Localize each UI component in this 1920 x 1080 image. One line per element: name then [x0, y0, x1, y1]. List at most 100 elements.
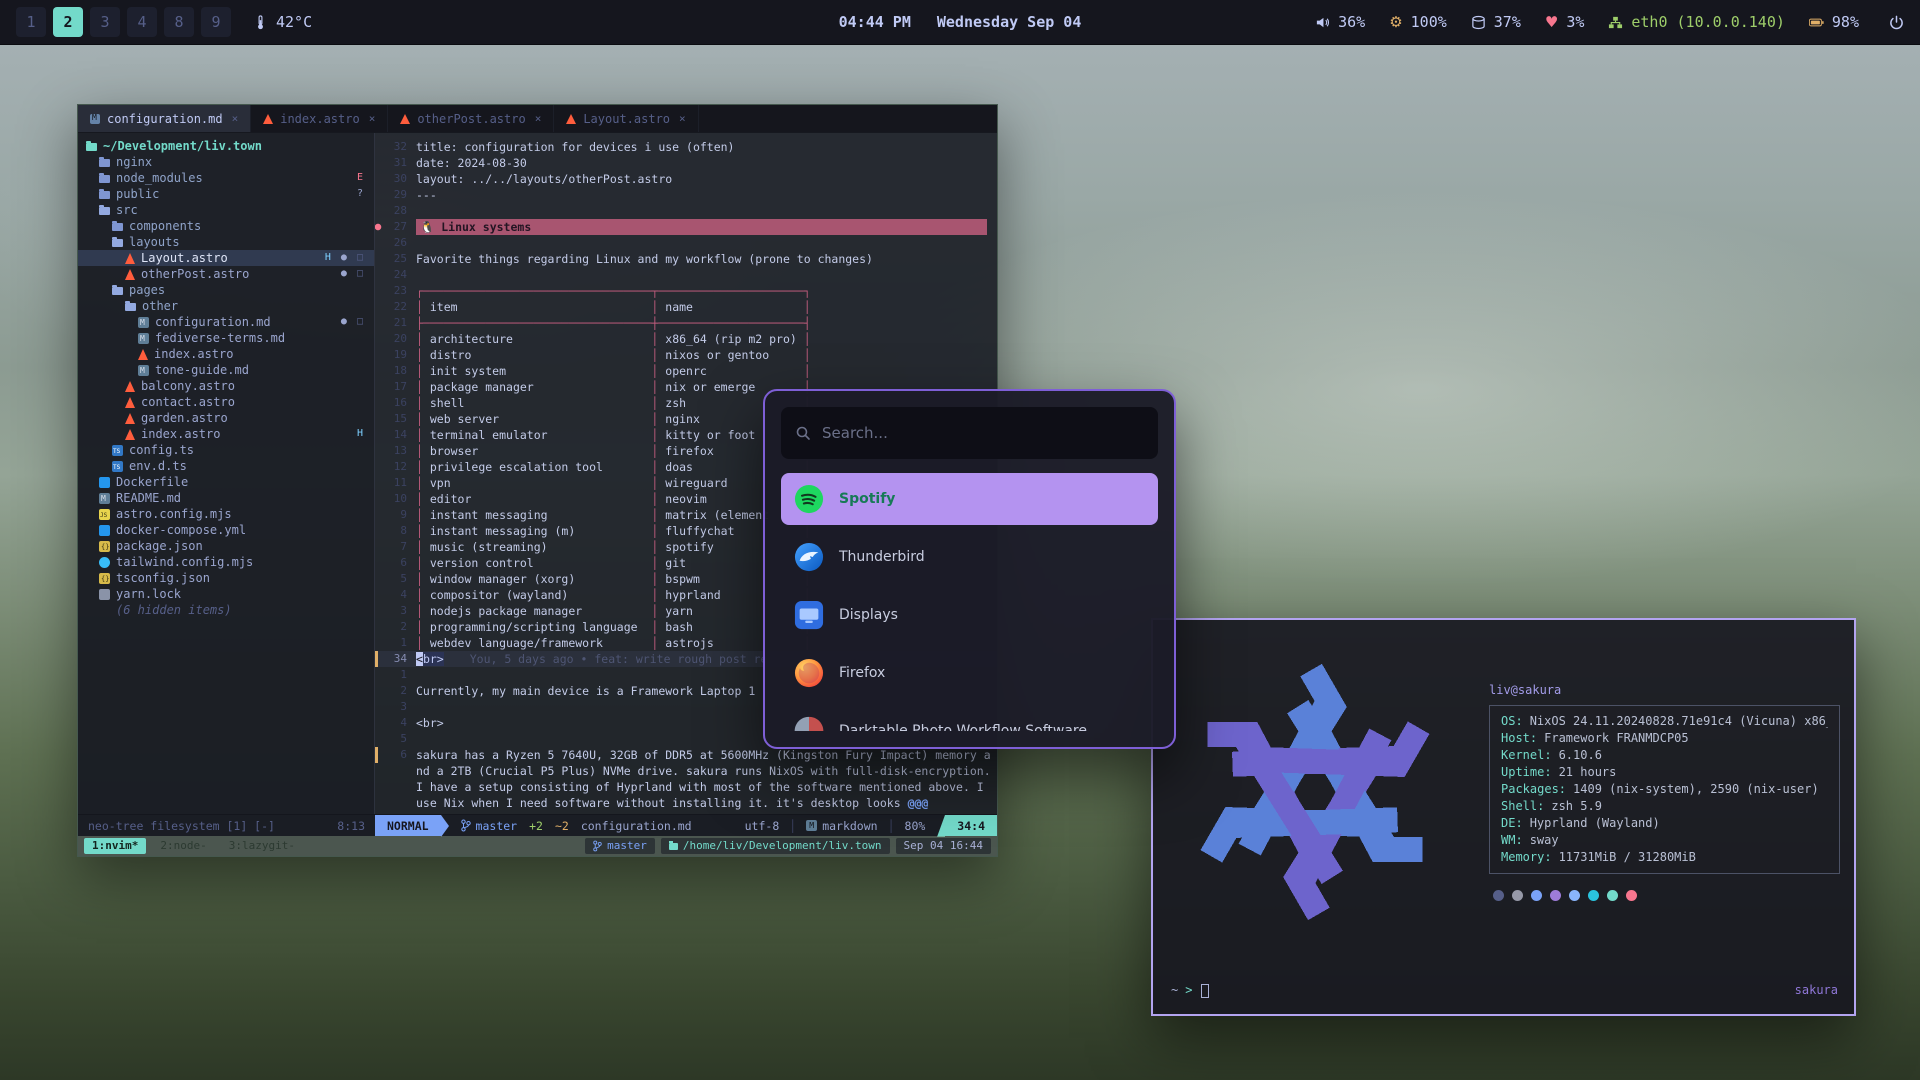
sign-column — [375, 267, 382, 283]
encoding-indicator: utf-8 — [745, 819, 780, 833]
tab-index-astro[interactable]: index.astro× — [251, 105, 388, 132]
statusline-filename: configuration.md — [581, 819, 692, 833]
tab-layout-astro[interactable]: Layout.astro× — [554, 105, 698, 132]
git-status-badge: H ● □ — [325, 250, 365, 266]
tree-item-layouts[interactable]: layouts — [78, 234, 374, 250]
close-icon[interactable]: × — [535, 112, 542, 125]
line-number: 10 — [382, 491, 416, 507]
tree-item-index-astro[interactable]: index.astro — [78, 346, 374, 362]
fetch-stat-wm: WM:sway — [1501, 832, 1828, 849]
tree-item-label: configuration.md — [155, 314, 271, 330]
tree-item-other[interactable]: other — [78, 298, 374, 314]
tree-item-tailwind-config-mjs[interactable]: tailwind.config.mjs — [78, 554, 374, 570]
tree-item-garden-astro[interactable]: garden.astro — [78, 410, 374, 426]
tree-item-configuration-md[interactable]: configuration.md● □ — [78, 314, 374, 330]
tree-item-components[interactable]: components — [78, 218, 374, 234]
tree-item-nginx[interactable]: nginx — [78, 154, 374, 170]
markdown-icon: M — [806, 820, 817, 831]
palette-dot — [1512, 890, 1523, 901]
tree-item-yarn-lock[interactable]: yarn.lock — [78, 586, 374, 602]
sign-column-marker — [375, 747, 382, 763]
tab-bar: configuration.md×index.astro×otherPost.a… — [78, 105, 997, 133]
tab-otherpost-astro[interactable]: otherPost.astro× — [388, 105, 554, 132]
load-value: 3% — [1566, 13, 1584, 31]
launcher-item-thunderbird[interactable]: Thunderbird — [781, 531, 1158, 583]
clock-module: 04:44 PM Wednesday Sep 04 — [839, 13, 1082, 31]
tree-item-pages[interactable]: pages — [78, 282, 374, 298]
fetch-terminal[interactable]: liv@sakura OS:NixOS 24.11.20240828.71e91… — [1151, 618, 1856, 1016]
tree-item-index-astro[interactable]: index.astroH — [78, 426, 374, 442]
tree-item-contact-astro[interactable]: contact.astro — [78, 394, 374, 410]
neotree-status-label: neo-tree filesystem [1] [-] — [88, 819, 275, 833]
tree-item-docker-compose-yml[interactable]: docker-compose.yml — [78, 522, 374, 538]
lock-icon — [99, 589, 110, 600]
app-launcher: Spotify Thunderbird Displays Firefox Darktab… — [763, 389, 1176, 749]
tree-item-readme-md[interactable]: README.md — [78, 490, 374, 506]
launcher-item-firefox[interactable]: Firefox — [781, 647, 1158, 699]
launcher-item-darktable-photo-workflow-software[interactable]: Darktable Photo Workflow Software — [781, 705, 1158, 731]
line-text: --- — [416, 187, 997, 203]
sign-column — [375, 347, 382, 363]
tree-item-layout-astro[interactable]: Layout.astroH ● □ — [78, 250, 374, 266]
tree-item-balcony-astro[interactable]: balcony.astro — [78, 378, 374, 394]
network-module[interactable]: eth0 (10.0.0.140) — [1608, 13, 1785, 31]
folder-open-icon — [112, 287, 123, 295]
tree-item-tone-guide-md[interactable]: tone-guide.md — [78, 362, 374, 378]
workspace-button-3[interactable]: 3 — [90, 7, 120, 37]
sign-column-marker — [375, 651, 382, 667]
tree-item-public[interactable]: public? — [78, 186, 374, 202]
workspace-button-9[interactable]: 9 — [201, 7, 231, 37]
line-number: 2 — [382, 683, 416, 699]
workspace-button-8[interactable]: 8 — [164, 7, 194, 37]
prompt-line[interactable]: ~ > — [1171, 982, 1209, 999]
workspace-button-2[interactable]: 2 — [53, 7, 83, 37]
battery-module[interactable]: 98% — [1809, 13, 1859, 31]
power-icon — [1889, 15, 1904, 30]
folder-open-icon — [112, 239, 123, 247]
launcher-item-spotify[interactable]: Spotify — [781, 473, 1158, 525]
load-module[interactable]: ♥ 3% — [1545, 13, 1585, 31]
editor-line: 24 — [375, 267, 997, 283]
launcher-item-displays[interactable]: Displays — [781, 589, 1158, 641]
fetch-info: liv@sakura OS:NixOS 24.11.20240828.71e91… — [1489, 682, 1840, 901]
tmux-window-2-node[interactable]: 2:node- — [152, 838, 214, 854]
tree-item-package-json[interactable]: package.json — [78, 538, 374, 554]
disk-module[interactable]: 37% — [1471, 13, 1521, 31]
neotree-status-position: 8:13 — [337, 819, 365, 833]
tree-item-label: public — [116, 186, 159, 202]
tree-item-src[interactable]: src — [78, 202, 374, 218]
tab-configuration-md[interactable]: configuration.md× — [78, 105, 251, 132]
power-button[interactable] — [1889, 15, 1904, 30]
branch-icon — [593, 840, 602, 852]
tree-item-otherpost-astro[interactable]: otherPost.astro● □ — [78, 266, 374, 282]
line-number: 24 — [382, 267, 416, 283]
tmux-window-3-lazygit[interactable]: 3:lazygit- — [221, 838, 303, 854]
tmux-window-1-nvim[interactable]: 1:nvim* — [84, 838, 146, 854]
tree-item-astro-config-mjs[interactable]: astro.config.mjs — [78, 506, 374, 522]
tree-item-fediverse-terms-md[interactable]: fediverse-terms.md — [78, 330, 374, 346]
tree-item-dockerfile[interactable]: Dockerfile — [78, 474, 374, 490]
workspace-button-1[interactable]: 1 — [16, 7, 46, 37]
folder-icon — [669, 843, 678, 850]
stat-value: Hyprland (Wayland) — [1530, 815, 1660, 832]
line-number: 2 — [382, 619, 416, 635]
fetch-stat-host: Host:Framework FRANMDCP05 — [1501, 730, 1828, 747]
scroll-percent: 80% — [905, 819, 926, 833]
clock-time: 04:44 PM — [839, 13, 911, 31]
git-status-badge: H — [357, 426, 365, 442]
tree-item-node-modules[interactable]: node_modulesE — [78, 170, 374, 186]
close-icon[interactable]: × — [369, 112, 376, 125]
tree-root[interactable]: ~/Development/liv.town — [78, 138, 374, 154]
tree-item-env-d-ts[interactable]: env.d.ts — [78, 458, 374, 474]
close-icon[interactable]: × — [679, 112, 686, 125]
volume-module[interactable]: 36% — [1315, 13, 1365, 31]
tree-item-config-ts[interactable]: config.ts — [78, 442, 374, 458]
gear-module[interactable]: ⚙ 100% — [1389, 13, 1447, 31]
tree-item-tsconfig-json[interactable]: tsconfig.json — [78, 570, 374, 586]
launcher-item-label: Displays — [839, 607, 898, 623]
thermometer-icon — [253, 15, 268, 30]
workspace-button-4[interactable]: 4 — [127, 7, 157, 37]
temperature-module[interactable]: 42°C — [253, 13, 312, 31]
close-icon[interactable]: × — [232, 112, 239, 125]
search-input[interactable] — [822, 424, 1144, 442]
